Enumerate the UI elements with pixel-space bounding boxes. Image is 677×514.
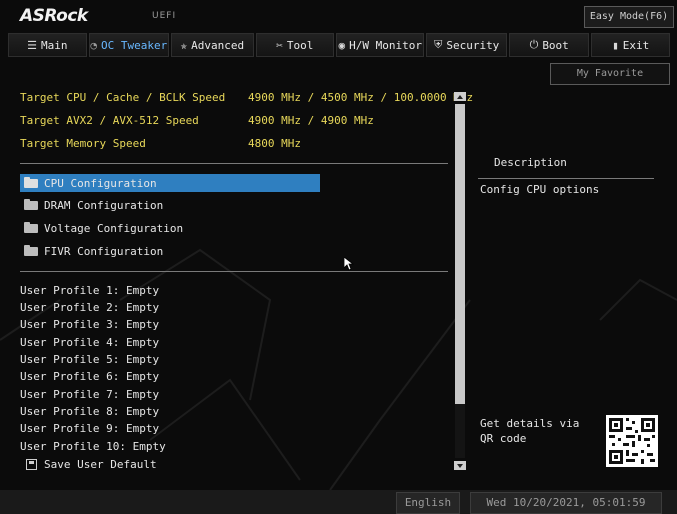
info-value: 4900 MHz / 4500 MHz / 100.0000 MHz [248,91,474,104]
menu-item-label: DRAM Configuration [44,198,164,212]
tab-label: Tool [286,38,314,52]
datetime-display: Wed 10/20/2021, 05:01:59 [470,492,662,514]
scrollbar[interactable] [454,92,466,470]
menu-item-label: CPU Configuration [44,176,157,190]
info-value: 4900 MHz / 4900 MHz [248,114,374,127]
scroll-down-arrow[interactable] [454,461,466,470]
exit-icon: ▮ [612,38,619,52]
top-bar: ASRock UEFI Easy Mode(F6) [0,0,677,30]
user-profile-8[interactable]: User Profile 8: Empty [20,405,159,419]
easy-mode-button[interactable]: Easy Mode(F6) [584,6,674,28]
tab-advanced[interactable]: ✯ Advanced [171,33,254,57]
tab-boot[interactable]: ⏻ Boot [508,33,590,57]
description-heading: Description [494,156,567,169]
tab-label: H/W Monitor [349,38,422,52]
tab-label: OC Tweaker [101,38,168,52]
list-icon: ☰ [27,38,37,52]
menu-item-dram-configuration[interactable]: DRAM Configuration [20,196,320,214]
menu-item-label: Voltage Configuration [44,221,184,235]
info-label: Target Memory Speed [20,137,146,150]
tab-hw-monitor[interactable]: ◉ H/W Monitor [336,33,425,57]
description-divider [478,178,654,179]
info-value: 4800 MHz [248,137,301,150]
scroll-up-arrow[interactable] [454,92,466,101]
divider [20,163,448,164]
folder-icon [24,221,38,233]
user-profile-2[interactable]: User Profile 2: Empty [20,301,159,315]
my-favorite-button[interactable]: My Favorite [550,63,670,85]
info-label: Target CPU / Cache / BCLK Speed [20,91,226,104]
info-row: Target CPU / Cache / BCLK Speed 4900 MHz … [20,91,473,105]
floppy-disk-icon [26,458,37,470]
gauge-icon: ◔ [90,38,97,52]
info-row: Target Memory Speed 4800 MHz [20,137,301,151]
brand-logo: ASRock [20,6,88,26]
tab-exit[interactable]: ▮ Exit [591,33,671,57]
folder-icon [24,198,38,210]
folder-icon [24,176,38,188]
menu-item-cpu-configuration[interactable]: CPU Configuration [20,174,320,192]
description-text: Config CPU options [480,183,600,196]
mouse-cursor-icon [344,257,354,271]
user-profile-10[interactable]: User Profile 10: Empty [20,440,166,454]
tools-icon: ✂ [276,38,283,52]
tab-label: Exit [622,38,650,52]
power-icon: ⏻ [529,38,539,51]
folder-icon [24,244,38,256]
tab-oc-tweaker[interactable]: ◔ OC Tweaker [88,33,170,57]
qr-code [606,415,658,467]
uefi-label: UEFI [152,11,177,21]
divider [20,271,448,272]
main-tabs: ☰ Main ◔ OC Tweaker ✯ Advanced ✂ Tool ◉ H/W M… [8,33,672,57]
tab-label: Main [40,38,68,52]
menu-item-voltage-configuration[interactable]: Voltage Configuration [20,219,320,237]
user-profile-3[interactable]: User Profile 3: Empty [20,318,159,332]
arrow-down-icon [457,463,463,468]
tab-main[interactable]: ☰ Main [8,33,87,57]
tab-label: Boot [542,38,569,52]
tab-security[interactable]: ⛨ Security [426,33,507,57]
arrow-up-icon [457,94,463,99]
info-row: Target AVX2 / AVX-512 Speed 4900 MHz / 49… [20,114,374,128]
user-profile-5[interactable]: User Profile 5: Empty [20,353,159,367]
user-profile-1[interactable]: User Profile 1: Empty [20,284,159,298]
save-user-default-label: Save User Default [44,457,157,471]
qr-details-text: Get details via QR code [480,417,580,445]
tab-label: Advanced [191,38,245,52]
menu-item-fivr-configuration[interactable]: FIVR Configuration [20,242,320,260]
tab-tool[interactable]: ✂ Tool [255,33,335,57]
language-button[interactable]: English [396,492,460,514]
tab-label: Security [446,38,500,52]
monitor-icon: ◉ [338,38,346,52]
save-user-default-button[interactable]: Save User Default [20,456,157,472]
user-profile-7[interactable]: User Profile 7: Empty [20,388,159,402]
shield-icon: ⛨ [434,38,443,51]
user-profile-9[interactable]: User Profile 9: Empty [20,422,159,436]
star-icon: ✯ [180,38,188,52]
menu-item-label: FIVR Configuration [44,244,164,258]
info-label: Target AVX2 / AVX-512 Speed [20,114,199,127]
user-profile-6[interactable]: User Profile 6: Empty [20,370,159,384]
user-profile-4[interactable]: User Profile 4: Empty [20,336,159,350]
scroll-thumb[interactable] [455,104,465,404]
